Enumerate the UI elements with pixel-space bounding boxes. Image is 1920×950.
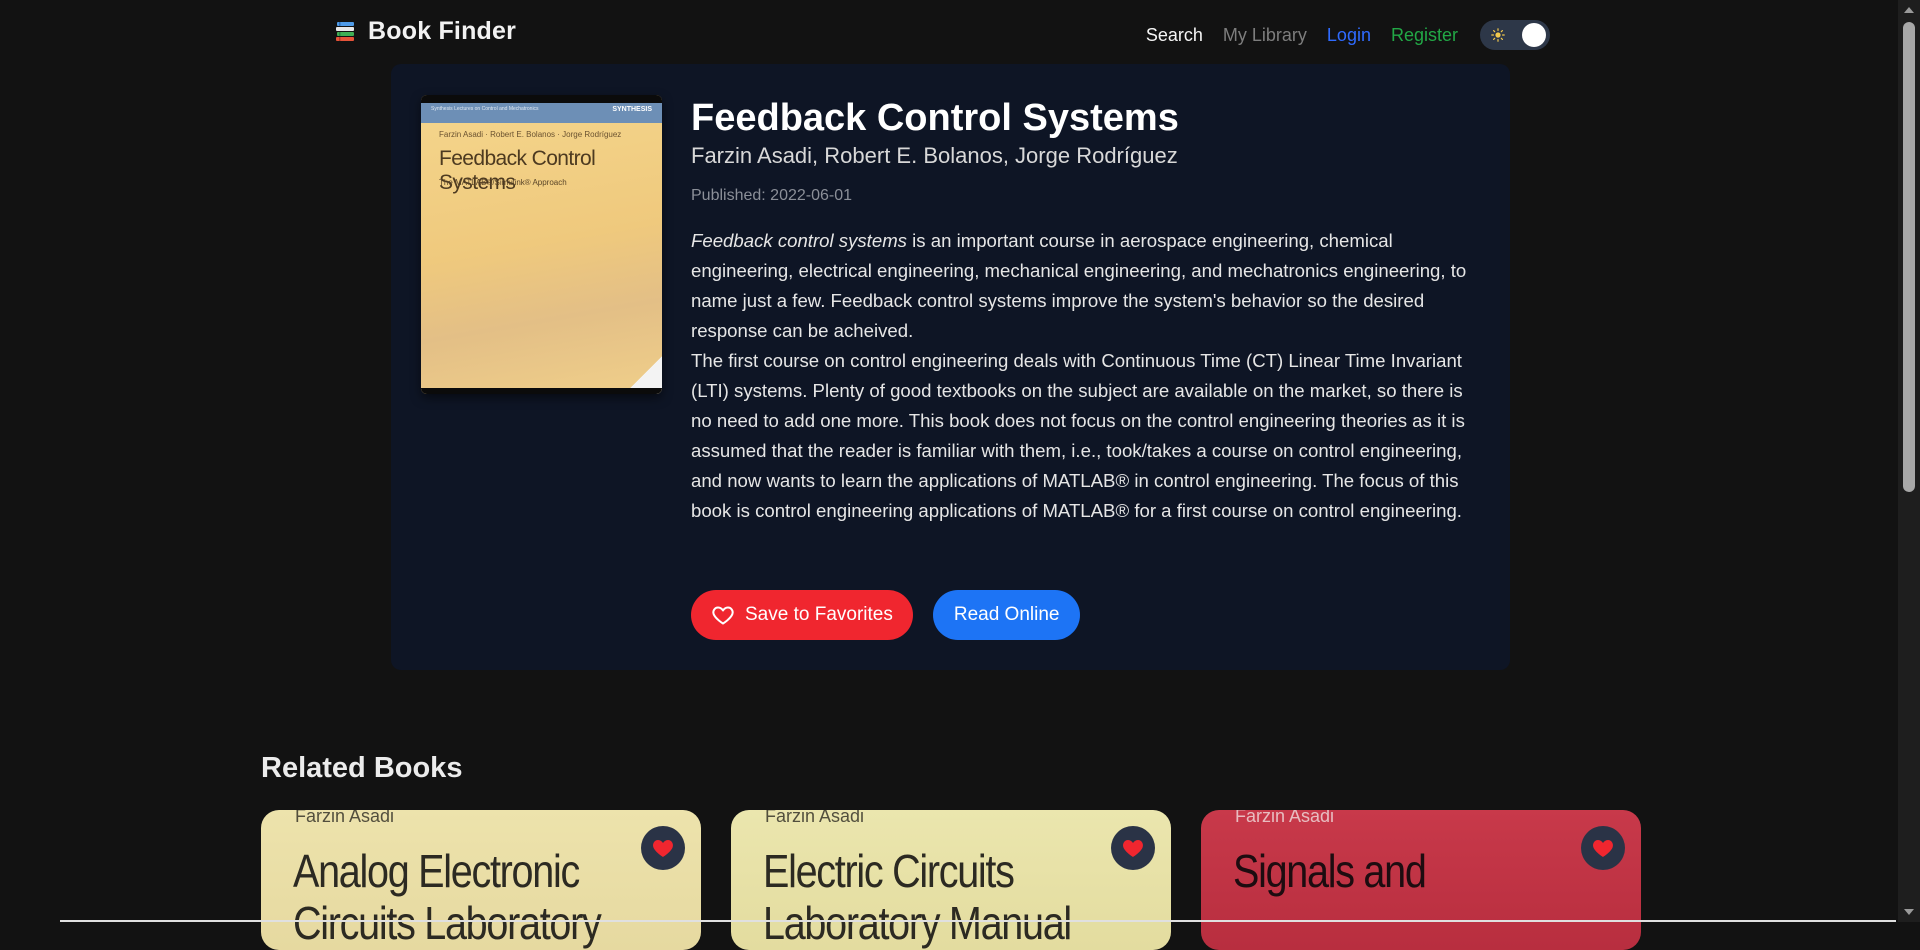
cover-title: Feedback Control Systems — [439, 147, 596, 194]
published-date: Published: 2022-06-01 — [691, 187, 853, 204]
related-book-card[interactable]: Farzin Asadi Analog Electronic Circuits … — [261, 810, 701, 950]
heart-filled-icon — [1123, 840, 1143, 857]
book-detail-card: Synthesis Lectures on Control and Mechat… — [391, 64, 1510, 670]
related-book-title: Analog Electronic Circuits Laboratory — [293, 845, 602, 949]
related-book-card[interactable]: Farzin Asadi Electric Circuits Laborator… — [731, 810, 1171, 950]
books-stack-icon — [336, 21, 354, 41]
description-italic-lead: Feedback control systems — [691, 230, 907, 251]
heart-filled-icon — [653, 840, 673, 857]
read-online-button[interactable]: Read Online — [932, 590, 1081, 640]
brand[interactable]: Book Finder — [334, 17, 516, 46]
sun-icon — [1491, 28, 1505, 42]
related-book-author: Farzin Asadi — [765, 810, 865, 826]
description-paragraph-2: The first course on control engineering … — [691, 350, 1465, 521]
related-book-title: Electric Circuits Laboratory Manual — [763, 845, 1072, 949]
cover-bottom-strip — [421, 388, 662, 394]
toggle-knob — [1522, 23, 1546, 47]
save-to-favorites-label: Save to Favorites — [745, 604, 893, 625]
scroll-down-arrow-icon[interactable] — [1904, 909, 1914, 915]
brand-name: Book Finder — [368, 17, 517, 45]
nav-login-link[interactable]: Login — [1327, 25, 1371, 46]
book-cover-image: Synthesis Lectures on Control and Mechat… — [421, 95, 662, 394]
cover-authors: Farzin Asadi · Robert E. Bolanos · Jorge… — [439, 130, 622, 139]
related-book-card[interactable]: Farzin Asadi Signals and — [1201, 810, 1641, 950]
scroll-up-arrow-icon[interactable] — [1904, 7, 1914, 13]
book-info: Feedback Control Systems Farzin Asadi, R… — [691, 96, 1481, 526]
book-description: Feedback control systems is an important… — [691, 226, 1481, 526]
cover-subtitle: The MATLAB®/Simulink® Approach — [439, 178, 567, 187]
related-book-author: Farzin Asadi — [1235, 810, 1335, 826]
book-title: Feedback Control Systems — [691, 97, 1179, 139]
cover-publisher-mark: SYNTHESIS — [612, 106, 652, 113]
navbar: Book Finder Search My Library Login Regi… — [0, 0, 1898, 64]
nav-search-link[interactable]: Search — [1146, 25, 1203, 46]
favorite-toggle-button[interactable] — [641, 826, 685, 870]
related-book-author: Farzin Asadi — [295, 810, 395, 826]
page-scrollbar[interactable] — [1898, 0, 1920, 922]
cover-top-strip — [421, 95, 662, 103]
related-books-heading: Related Books — [261, 752, 463, 784]
save-to-favorites-button[interactable]: Save to Favorites — [691, 590, 913, 640]
heart-outline-icon — [712, 606, 734, 625]
favorite-toggle-button[interactable] — [1581, 826, 1625, 870]
nav-my-library-link[interactable]: My Library — [1223, 25, 1307, 46]
theme-toggle[interactable] — [1480, 20, 1550, 50]
book-authors: Farzin Asadi, Robert E. Bolanos, Jorge R… — [691, 143, 1178, 168]
scrollbar-thumb[interactable] — [1903, 22, 1915, 492]
related-book-title: Signals and — [1233, 845, 1427, 897]
nav-links: Search My Library Login Register — [1146, 20, 1550, 50]
nav-register-link[interactable]: Register — [1391, 25, 1458, 46]
book-actions: Save to Favorites Read Online — [691, 590, 1081, 640]
favorite-toggle-button[interactable] — [1111, 826, 1155, 870]
cover-series-text: Synthesis Lectures on Control and Mechat… — [431, 106, 539, 112]
heart-filled-icon — [1593, 840, 1613, 857]
